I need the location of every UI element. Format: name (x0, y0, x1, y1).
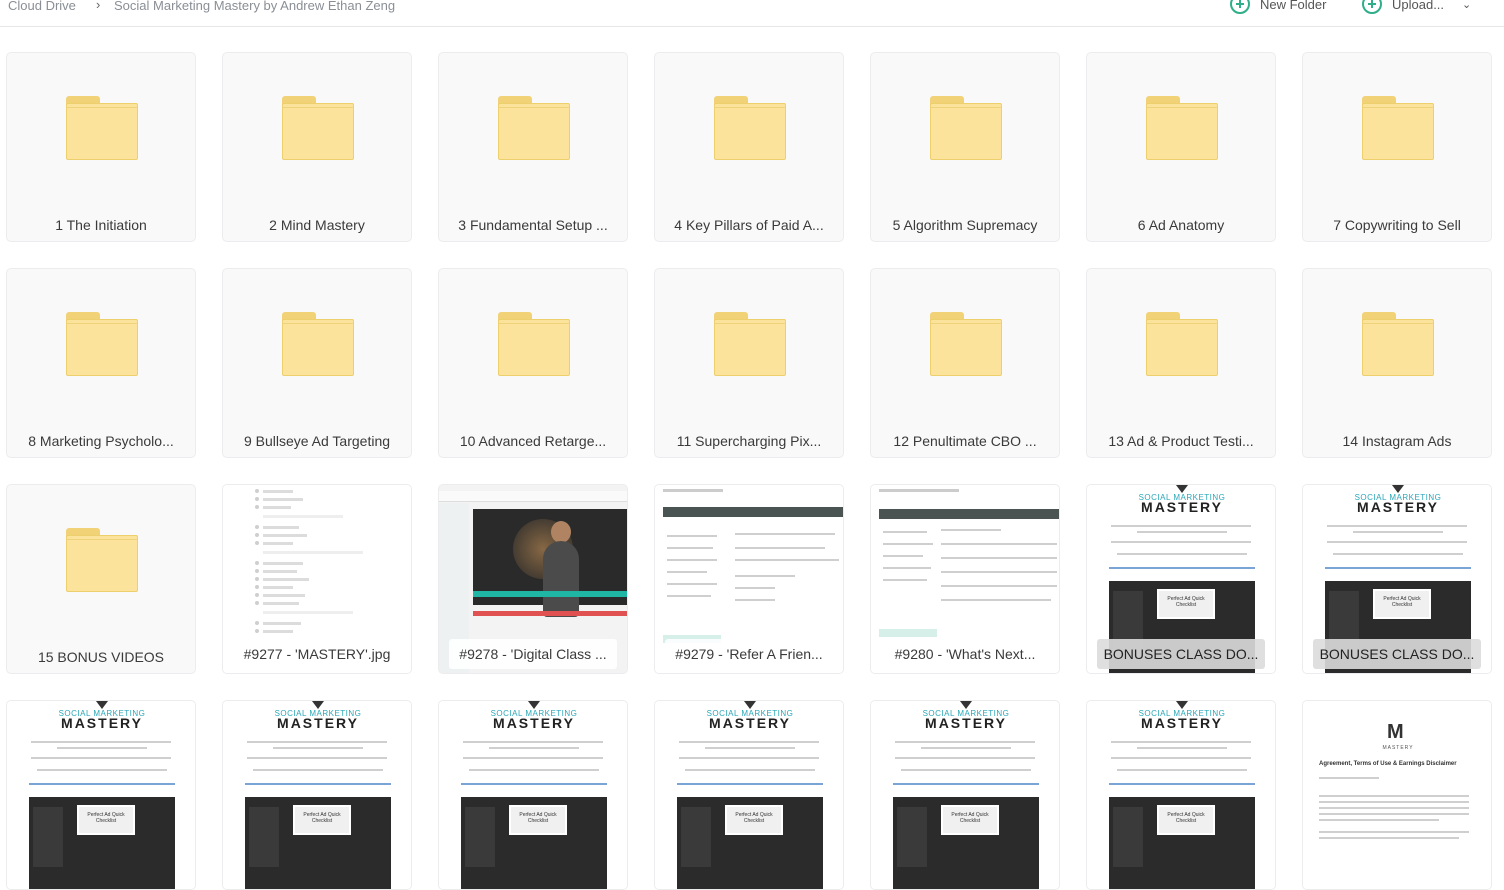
folder-icon (66, 528, 138, 592)
toolbar: Cloud Drive › Social Marketing Mastery b… (0, 0, 1504, 27)
upload-label: Upload... (1392, 0, 1445, 12)
document-thumbnail: SOCIAL MARKETING MASTERY Perfect Ad Quic… (439, 701, 627, 889)
upload-button[interactable]: Upload... ⌄ (1362, 0, 1471, 15)
folder-label: 1 The Initiation (55, 217, 147, 233)
folder-icon (1146, 312, 1218, 376)
folder-label: 8 Marketing Psycholo... (28, 433, 174, 449)
folder-label: 15 BONUS VIDEOS (37, 649, 165, 665)
folder-tile[interactable]: 12 Penultimate CBO ... (870, 268, 1060, 458)
folder-icon (498, 312, 570, 376)
folder-label: 9 Bullseye Ad Targeting (243, 433, 391, 449)
folder-icon (66, 96, 138, 160)
document-thumbnail: SOCIAL MARKETING MASTERY Perfect Ad Quic… (7, 701, 195, 889)
document-thumbnail: SOCIAL MARKETING MASTERY Perfect Ad Quic… (871, 701, 1059, 889)
document-file-tile[interactable]: SOCIAL MARKETING MASTERY Perfect Ad Quic… (222, 700, 412, 890)
folder-label: 7 Copywriting to Sell (1333, 217, 1461, 233)
folder-label: 6 Ad Anatomy (1137, 217, 1225, 233)
file-label: #9278 - 'Digital Class ... (449, 639, 617, 669)
plus-circle-icon (1230, 0, 1250, 14)
folder-tile[interactable]: 10 Advanced Retarge... (438, 268, 628, 458)
folder-icon (930, 96, 1002, 160)
folder-label: 3 Fundamental Setup ... (458, 217, 608, 233)
image-file-tile[interactable]: #9280 - 'What's Next... (870, 484, 1060, 674)
document-thumbnail: SOCIAL MARKETING MASTERY Perfect Ad Quic… (223, 701, 411, 889)
folder-icon (1146, 96, 1218, 160)
folder-icon (714, 312, 786, 376)
file-label: BONUSES CLASS DO... (1313, 639, 1481, 669)
file-label: BONUSES CLASS DO... (1097, 639, 1265, 669)
document-file-tile[interactable]: SOCIAL MARKETING MASTERY Perfect Ad Quic… (1086, 700, 1276, 890)
plus-circle-icon (1362, 0, 1382, 14)
folder-tile[interactable]: 2 Mind Mastery (222, 52, 412, 242)
document-thumbnail: SOCIAL MARKETING MASTERY Perfect Ad Quic… (655, 701, 843, 889)
folder-icon (282, 96, 354, 160)
folder-label: 4 Key Pillars of Paid A... (674, 217, 824, 233)
document-file-tile[interactable]: SOCIAL MARKETING MASTERY Perfect Ad Quic… (654, 700, 844, 890)
chevron-right-icon: › (96, 0, 101, 12)
document-file-tile[interactable]: M MASTERY Agreement, Terms of Use & Earn… (1302, 700, 1492, 890)
folder-label: 12 Penultimate CBO ... (893, 433, 1037, 449)
folder-tile[interactable]: 5 Algorithm Supremacy (870, 52, 1060, 242)
file-label: #9280 - 'What's Next... (881, 639, 1049, 669)
folder-label: 13 Ad & Product Testi... (1108, 433, 1254, 449)
folder-tile[interactable]: 11 Supercharging Pix... (654, 268, 844, 458)
document-file-tile[interactable]: SOCIAL MARKETING MASTERY Perfect Ad Quic… (1086, 484, 1276, 674)
folder-label: 11 Supercharging Pix... (676, 433, 822, 449)
folder-tile[interactable]: 3 Fundamental Setup ... (438, 52, 628, 242)
file-label: #9279 - 'Refer A Frien... (665, 639, 833, 669)
folder-icon (498, 96, 570, 160)
document-thumbnail: SOCIAL MARKETING MASTERY Perfect Ad Quic… (1087, 701, 1275, 889)
folder-icon (1362, 96, 1434, 160)
document-thumbnail: M MASTERY Agreement, Terms of Use & Earn… (1303, 701, 1491, 889)
document-file-tile[interactable]: SOCIAL MARKETING MASTERY Perfect Ad Quic… (6, 700, 196, 890)
folder-label: 14 Instagram Ads (1342, 433, 1452, 449)
image-file-tile[interactable]: #9279 - 'Refer A Frien... (654, 484, 844, 674)
folder-tile[interactable]: 8 Marketing Psycholo... (6, 268, 196, 458)
folder-tile[interactable]: 15 BONUS VIDEOS (6, 484, 196, 674)
chevron-down-icon[interactable]: ⌄ (1462, 0, 1471, 11)
document-file-tile[interactable]: SOCIAL MARKETING MASTERY Perfect Ad Quic… (870, 700, 1060, 890)
folder-icon (66, 312, 138, 376)
image-file-tile[interactable]: #9278 - 'Digital Class ... (438, 484, 628, 674)
new-folder-label: New Folder (1260, 0, 1327, 12)
document-file-tile[interactable]: SOCIAL MARKETING MASTERY Perfect Ad Quic… (1302, 484, 1492, 674)
folder-icon (714, 96, 786, 160)
folder-icon (282, 312, 354, 376)
folder-icon (930, 312, 1002, 376)
document-file-tile[interactable]: SOCIAL MARKETING MASTERY Perfect Ad Quic… (438, 700, 628, 890)
folder-tile[interactable]: 7 Copywriting to Sell (1302, 52, 1492, 242)
breadcrumb-root[interactable]: Cloud Drive (8, 0, 76, 13)
new-folder-button[interactable]: New Folder (1230, 0, 1326, 15)
folder-tile[interactable]: 9 Bullseye Ad Targeting (222, 268, 412, 458)
folder-tile[interactable]: 13 Ad & Product Testi... (1086, 268, 1276, 458)
folder-label: 10 Advanced Retarge... (459, 433, 607, 449)
folder-tile[interactable]: 14 Instagram Ads (1302, 268, 1492, 458)
folder-icon (1362, 312, 1434, 376)
image-file-tile[interactable]: #9277 - 'MASTERY'.jpg (222, 484, 412, 674)
folder-tile[interactable]: 4 Key Pillars of Paid A... (654, 52, 844, 242)
breadcrumb-current: Social Marketing Mastery by Andrew Ethan… (114, 0, 396, 13)
folder-label: 2 Mind Mastery (269, 217, 365, 233)
folder-label: 5 Algorithm Supremacy (892, 217, 1038, 233)
file-label: #9277 - 'MASTERY'.jpg (233, 639, 401, 669)
folder-tile[interactable]: 6 Ad Anatomy (1086, 52, 1276, 242)
folder-tile[interactable]: 1 The Initiation (6, 52, 196, 242)
